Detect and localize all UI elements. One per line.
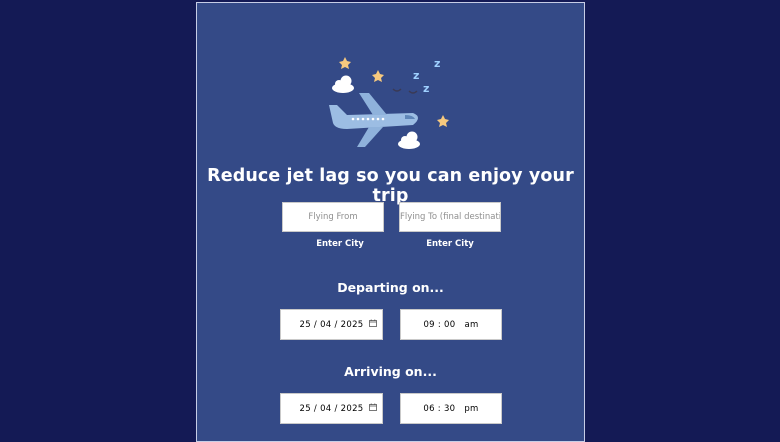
calendar-icon[interactable]: [369, 319, 377, 327]
arrival-date-input[interactable]: 25 / 04 / 2025: [280, 393, 383, 424]
cloud-icon: [398, 131, 420, 149]
flying-to-placeholder: Flying To (final destination): [400, 212, 500, 222]
from-hint: Enter City: [316, 239, 364, 249]
star-icon: [437, 115, 449, 127]
departure-time-input[interactable]: 09 : 00 am: [400, 309, 502, 340]
sleep-z-2: z: [434, 57, 440, 70]
star-icon: [372, 70, 384, 82]
flying-from-input[interactable]: Flying From: [282, 202, 384, 232]
departure-date-input[interactable]: 25 / 04 / 2025: [280, 309, 383, 340]
departure-time-value: 09 : 00 am: [423, 319, 479, 330]
sleeping-plane-illustration: z z z: [329, 55, 449, 149]
page-title: Reduce jet lag so you can enjoy your tri…: [207, 166, 574, 206]
flying-from-placeholder: Flying From: [308, 212, 358, 222]
trip-form-panel: z z z Reduce jet lag so you can enjoy yo…: [196, 2, 585, 442]
cloud-icon: [332, 75, 354, 93]
arrival-time-input[interactable]: 06 : 30 pm: [400, 393, 502, 424]
sleep-z-3: z: [423, 82, 429, 95]
departure-date-value: 25 / 04 / 2025: [299, 319, 364, 330]
sleep-z-1: z: [413, 69, 419, 82]
to-hint: Enter City: [426, 239, 474, 249]
arrival-time-value: 06 : 30 pm: [423, 403, 479, 414]
arrival-date-value: 25 / 04 / 2025: [299, 403, 364, 414]
flying-to-input[interactable]: Flying To (final destination): [399, 202, 501, 232]
calendar-icon[interactable]: [369, 403, 377, 411]
arriving-label: Arriving on...: [344, 364, 437, 379]
departing-label: Departing on...: [337, 280, 444, 295]
star-icon: [339, 57, 351, 69]
